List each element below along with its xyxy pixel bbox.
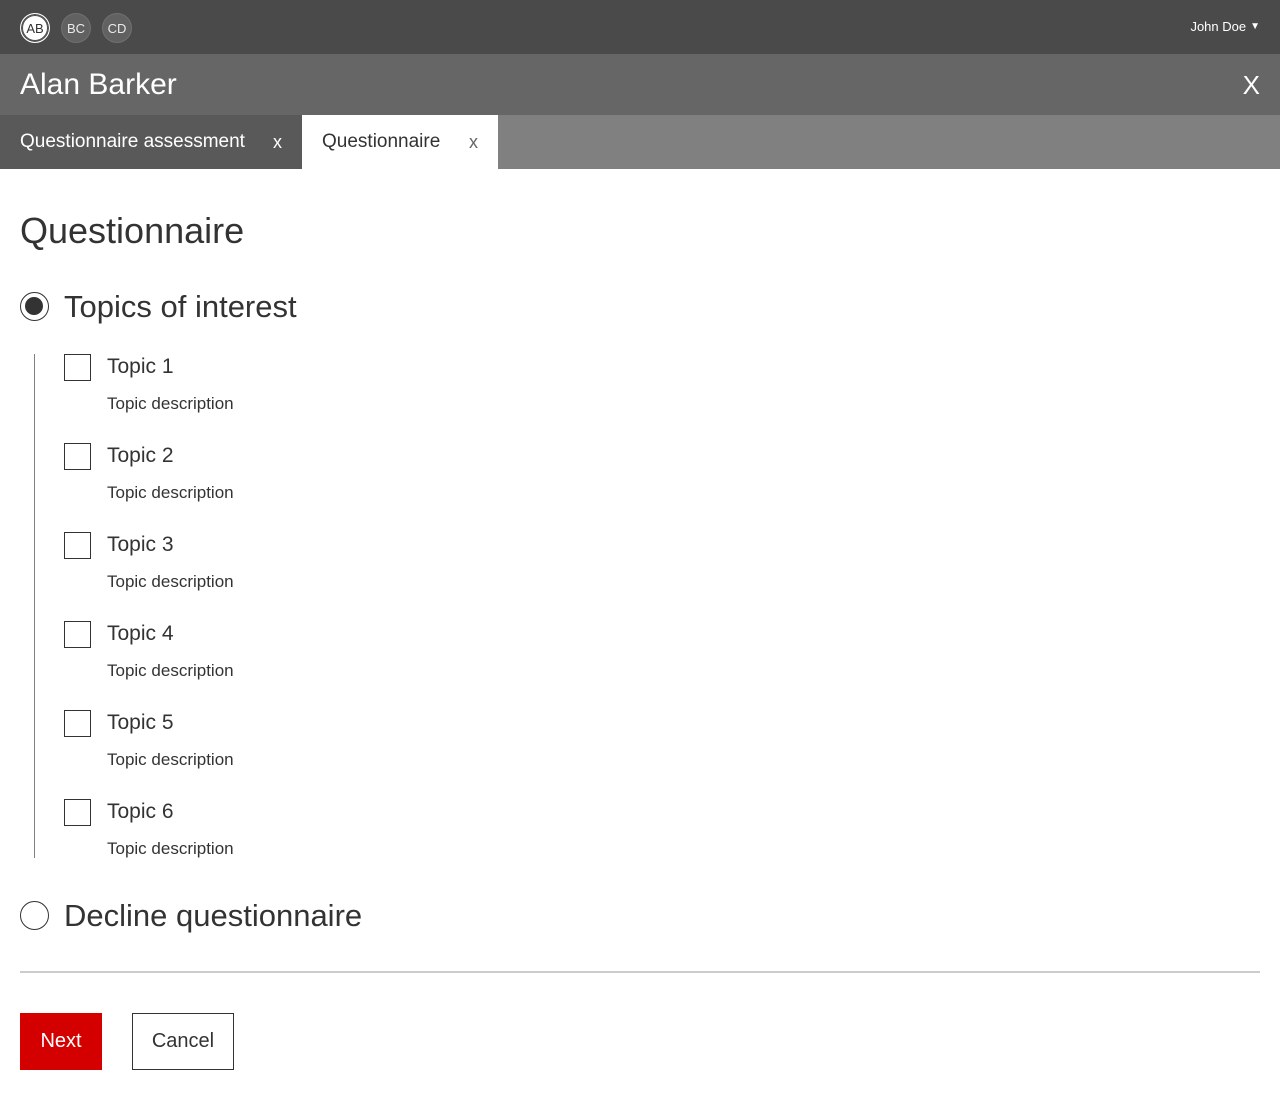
topic-label-3[interactable]: Topic 3 <box>107 533 174 557</box>
tab-close-icon[interactable]: x <box>273 132 282 153</box>
divider <box>20 971 1260 973</box>
avatar-cd[interactable]: CD <box>102 13 132 43</box>
topic-checkbox-4[interactable] <box>64 621 91 648</box>
topic-checkbox-6[interactable] <box>64 799 91 826</box>
topic-item-2: Topic 2 Topic description <box>64 443 464 523</box>
top-bar: AB BC CD John Doe ▼ <box>0 0 1280 54</box>
topic-item-5: Topic 5 Topic description <box>64 710 464 790</box>
topic-checkbox-3[interactable] <box>64 532 91 559</box>
tab-questionnaire[interactable]: Questionnaire x <box>302 115 498 169</box>
next-button[interactable]: Next <box>20 1013 102 1070</box>
topic-checkbox-5[interactable] <box>64 710 91 737</box>
cancel-button[interactable]: Cancel <box>132 1013 234 1070</box>
tab-bar: Questionnaire assessment x Questionnaire… <box>0 115 1280 169</box>
radio-topics-of-interest[interactable] <box>20 292 49 321</box>
caret-down-icon: ▼ <box>1250 21 1260 32</box>
record-title: Alan Barker <box>20 68 177 101</box>
topic-item-3: Topic 3 Topic description <box>64 532 464 612</box>
tab-label: Questionnaire assessment <box>20 131 245 152</box>
topic-item-1: Topic 1 Topic description <box>64 354 464 434</box>
tab-close-icon[interactable]: x <box>469 132 478 153</box>
tab-label: Questionnaire <box>322 131 441 152</box>
topic-description-3: Topic description <box>107 572 234 591</box>
record-header: Alan Barker X <box>0 54 1280 115</box>
topic-description-4: Topic description <box>107 661 234 680</box>
close-record-button[interactable]: X <box>1243 70 1260 101</box>
topic-label-1[interactable]: Topic 1 <box>107 355 174 379</box>
topic-item-4: Topic 4 Topic description <box>64 621 464 701</box>
group-indent-line <box>34 354 35 858</box>
tab-questionnaire-assessment[interactable]: Questionnaire assessment x <box>0 115 302 169</box>
topic-label-5[interactable]: Topic 5 <box>107 711 174 735</box>
topic-label-2[interactable]: Topic 2 <box>107 444 174 468</box>
avatar-bc[interactable]: BC <box>61 13 91 43</box>
radio-label-topics-of-interest[interactable]: Topics of interest <box>64 289 297 325</box>
page-title: Questionnaire <box>20 210 245 251</box>
topic-checkbox-1[interactable] <box>64 354 91 381</box>
topic-description-1: Topic description <box>107 394 234 413</box>
topic-item-6: Topic 6 Topic description <box>64 799 464 879</box>
topic-label-4[interactable]: Topic 4 <box>107 622 174 646</box>
topic-description-6: Topic description <box>107 839 234 858</box>
user-menu[interactable]: John Doe ▼ <box>1190 19 1260 34</box>
user-name: John Doe <box>1190 19 1247 34</box>
avatar-ab[interactable]: AB <box>20 13 50 43</box>
radio-label-decline-questionnaire[interactable]: Decline questionnaire <box>64 898 362 934</box>
topic-label-6[interactable]: Topic 6 <box>107 800 174 824</box>
topic-description-5: Topic description <box>107 750 234 769</box>
radio-decline-questionnaire[interactable] <box>20 901 49 930</box>
topic-description-2: Topic description <box>107 483 234 502</box>
topic-checkbox-2[interactable] <box>64 443 91 470</box>
